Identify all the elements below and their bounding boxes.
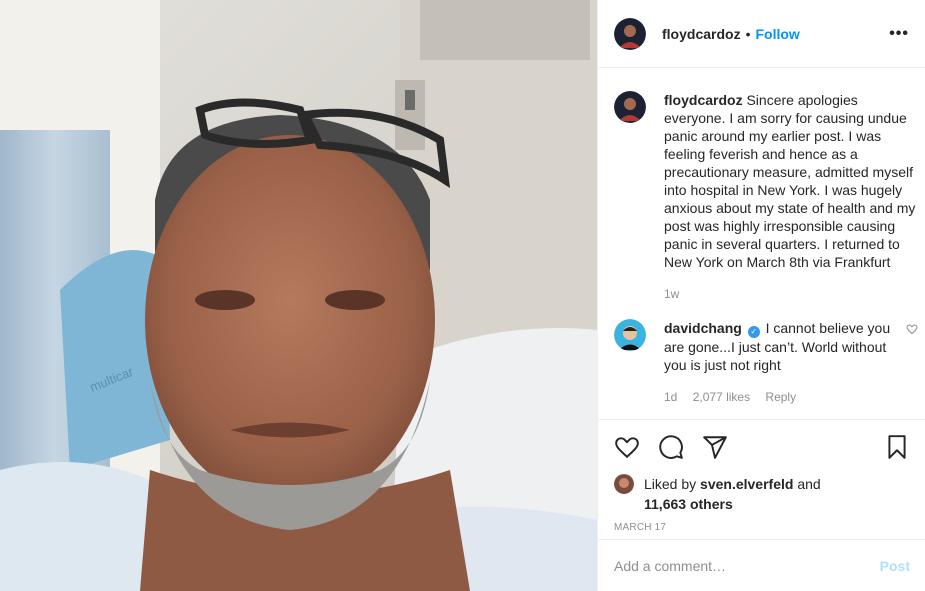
likes-summary: Liked by sven.elverfeld and 11,663 other… — [598, 474, 925, 514]
caption-time[interactable]: 1w — [664, 287, 679, 301]
comments-list[interactable]: floydcardoz Sincere apologies everyone. … — [598, 69, 925, 415]
post-actions: Liked by sven.elverfeld and 11,663 other… — [598, 419, 925, 591]
comment-icon[interactable] — [658, 434, 684, 460]
liked-by-conj: and — [797, 476, 821, 492]
post-sidebar: floydcardoz • Follow ••• floydcardoz Sin… — [597, 0, 925, 591]
post-header: floydcardoz • Follow ••• — [598, 0, 925, 68]
comment-input[interactable] — [614, 557, 880, 574]
bookmark-icon[interactable] — [884, 434, 910, 460]
comment-like-heart-icon[interactable] — [906, 323, 918, 335]
post-date[interactable]: MARCH 17 — [598, 514, 925, 533]
post-modal: multicar floydcardoz • Follow ••• floydc… — [0, 0, 925, 591]
commenter-avatar[interactable] — [614, 319, 646, 351]
author-avatar[interactable] — [614, 17, 646, 50]
header-separator: • — [745, 25, 751, 42]
post-photo: multicar — [0, 0, 597, 591]
likes-others-count[interactable]: 11,663 others — [644, 496, 733, 512]
author-username[interactable]: floydcardoz — [662, 26, 741, 42]
caption-avatar[interactable] — [614, 91, 646, 123]
caption-text: Sincere apologies everyone. I am sorry f… — [664, 92, 916, 270]
liked-by-user[interactable]: sven.elverfeld — [700, 476, 793, 492]
comment-reply-button[interactable]: Reply — [765, 390, 796, 404]
caption-comment: floydcardoz Sincere apologies everyone. … — [614, 91, 918, 303]
comment-item: davidchang ✓ I cannot believe you are go… — [614, 319, 918, 406]
more-options-icon[interactable]: ••• — [889, 25, 909, 43]
share-icon[interactable] — [702, 434, 728, 460]
comment-time[interactable]: 1d — [664, 390, 677, 404]
add-comment-bar: Post — [598, 539, 925, 591]
heart-icon[interactable] — [614, 434, 640, 460]
action-bar — [598, 420, 925, 474]
verified-badge-icon: ✓ — [747, 326, 760, 338]
comment-likes[interactable]: 2,077 likes — [693, 390, 750, 404]
caption-username[interactable]: floydcardoz — [664, 92, 743, 108]
post-comment-button[interactable]: Post — [880, 558, 910, 574]
commenter-username[interactable]: davidchang — [664, 320, 742, 336]
liker-avatar[interactable] — [614, 474, 634, 494]
liked-by-prefix: Liked by — [644, 476, 697, 492]
follow-button[interactable]: Follow — [755, 26, 799, 42]
